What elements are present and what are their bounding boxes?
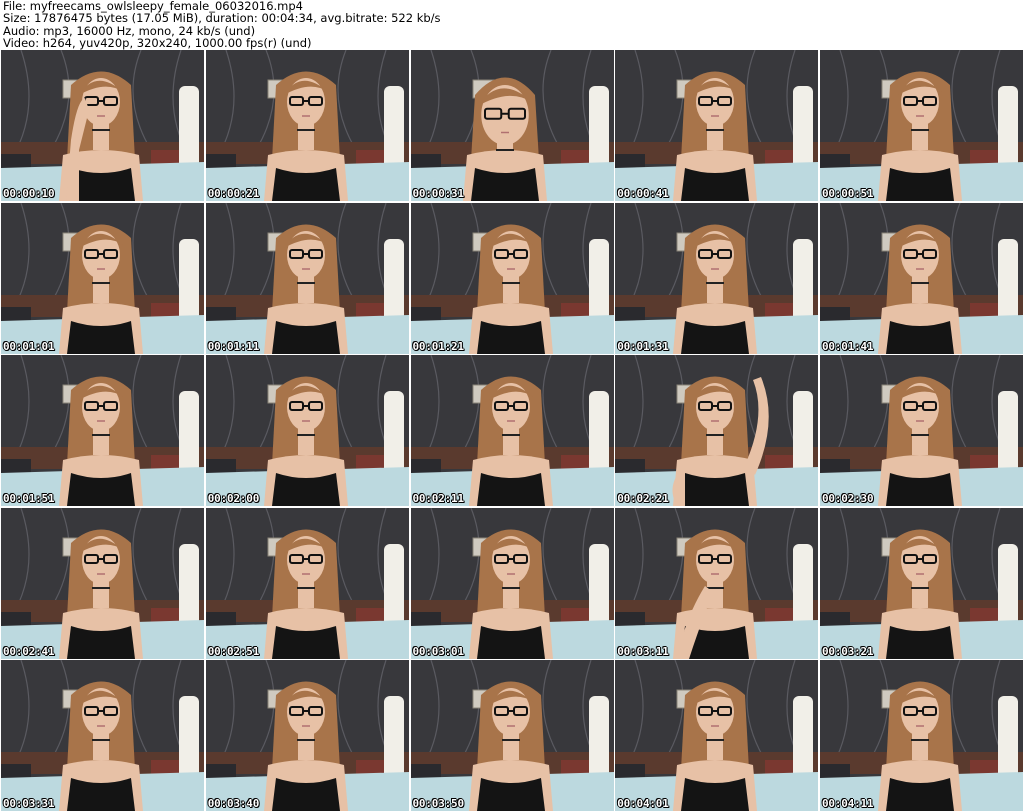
- video-frame-thumbnail: 00:03:50: [410, 660, 614, 811]
- frame-timestamp: 00:02:11: [412, 492, 465, 505]
- frame-image: [205, 507, 409, 659]
- frame-image: [205, 660, 409, 811]
- frame-timestamp: 00:01:11: [207, 339, 260, 353]
- frame-timestamp: 00:01:41: [822, 339, 874, 353]
- video-frame-thumbnail: 00:01:51: [1, 355, 204, 506]
- frame-image: [1, 660, 204, 811]
- frame-timestamp: 00:02:51: [207, 644, 260, 658]
- frame-timestamp: 00:03:01: [412, 644, 465, 658]
- frame-image: [615, 50, 819, 201]
- frame-image: [1, 202, 204, 354]
- file-size-line: Size: 17876475 bytes (17.05 MiB), durati…: [3, 11, 441, 26]
- frame-timestamp: 00:02:00: [207, 492, 260, 505]
- video-frame-thumbnail: 00:01:21: [410, 202, 614, 354]
- video-frame-thumbnail: 00:02:30: [820, 355, 1023, 506]
- frame-image: [615, 202, 819, 354]
- frame-timestamp: 00:00:31: [412, 187, 465, 200]
- file-info-header: File: myfreecams_owlsleepy_female_060320…: [3, 0, 441, 50]
- video-info-line: Video: h264, yuv420p, 320x240, 1000.00 f…: [3, 36, 312, 51]
- frame-timestamp: 00:02:21: [617, 492, 669, 505]
- frame-timestamp: 00:03:50: [412, 797, 465, 810]
- frame-timestamp: 00:00:21: [207, 187, 260, 200]
- frame-timestamp: 00:00:10: [3, 187, 55, 200]
- video-frame-thumbnail: 00:00:31: [410, 50, 614, 201]
- frame-image: [1, 355, 204, 506]
- video-frame-thumbnail: 00:00:21: [205, 50, 409, 201]
- frame-timestamp: 00:03:31: [3, 797, 55, 810]
- frame-timestamp: 00:04:01: [617, 797, 669, 810]
- video-frame-thumbnail: 00:04:01: [615, 660, 819, 811]
- frame-image: [615, 660, 819, 811]
- frame-timestamp: 00:03:40: [207, 797, 260, 810]
- video-frame-thumbnail: 00:04:11: [820, 660, 1023, 811]
- frame-image: [820, 507, 1023, 659]
- frame-image: [1, 507, 204, 659]
- video-frame-thumbnail: 00:01:01: [1, 202, 204, 354]
- frame-image: [820, 202, 1023, 354]
- video-frame-thumbnail: 00:03:11: [615, 507, 819, 659]
- frame-image: [205, 50, 409, 201]
- frame-timestamp: 00:03:21: [822, 644, 874, 658]
- video-frame-thumbnail: 00:03:40: [205, 660, 409, 811]
- frame-image: [615, 507, 819, 659]
- frame-image: [410, 50, 614, 201]
- video-frame-thumbnail: 00:00:51: [820, 50, 1023, 201]
- frame-timestamp: 00:02:30: [822, 492, 874, 505]
- video-frame-thumbnail: 00:03:31: [1, 660, 204, 811]
- frame-timestamp: 00:01:51: [3, 492, 55, 505]
- frame-timestamp: 00:01:31: [617, 339, 669, 353]
- frame-image: [410, 202, 614, 354]
- frame-timestamp: 00:03:11: [617, 644, 669, 658]
- video-frame-thumbnail: 00:01:11: [205, 202, 409, 354]
- frame-timestamp: 00:00:51: [822, 187, 874, 200]
- video-frame-thumbnail: 00:03:01: [410, 507, 614, 659]
- frame-image: [205, 202, 409, 354]
- frame-timestamp: 00:01:01: [3, 339, 55, 353]
- video-frame-thumbnail: 00:01:31: [615, 202, 819, 354]
- frame-image: [205, 355, 409, 506]
- frame-image: [820, 50, 1023, 201]
- frame-timestamp: 00:01:21: [412, 339, 465, 353]
- video-frame-thumbnail: 00:02:11: [410, 355, 614, 506]
- frame-timestamp: 00:04:11: [822, 797, 874, 810]
- video-frame-thumbnail: 00:02:41: [1, 507, 204, 659]
- video-frame-thumbnail: 00:02:00: [205, 355, 409, 506]
- video-frame-thumbnail: 00:00:41: [615, 50, 819, 201]
- thumbnail-grid: 00:00:10 00:00:21 00:00:31 00:00:41 00:0…: [1, 50, 1023, 811]
- frame-image: [410, 355, 614, 506]
- frame-image: [1, 50, 204, 201]
- frame-timestamp: 00:00:41: [617, 187, 669, 200]
- video-frame-thumbnail: 00:01:41: [820, 202, 1023, 354]
- video-frame-thumbnail: 00:03:21: [820, 507, 1023, 659]
- frame-image: [410, 507, 614, 659]
- video-frame-thumbnail: 00:00:10: [1, 50, 204, 201]
- frame-image: [820, 660, 1023, 811]
- frame-image: [820, 355, 1023, 506]
- video-frame-thumbnail: 00:02:21: [615, 355, 819, 506]
- frame-image: [410, 660, 614, 811]
- frame-image: [615, 355, 819, 506]
- frame-timestamp: 00:02:41: [3, 644, 55, 658]
- video-frame-thumbnail: 00:02:51: [205, 507, 409, 659]
